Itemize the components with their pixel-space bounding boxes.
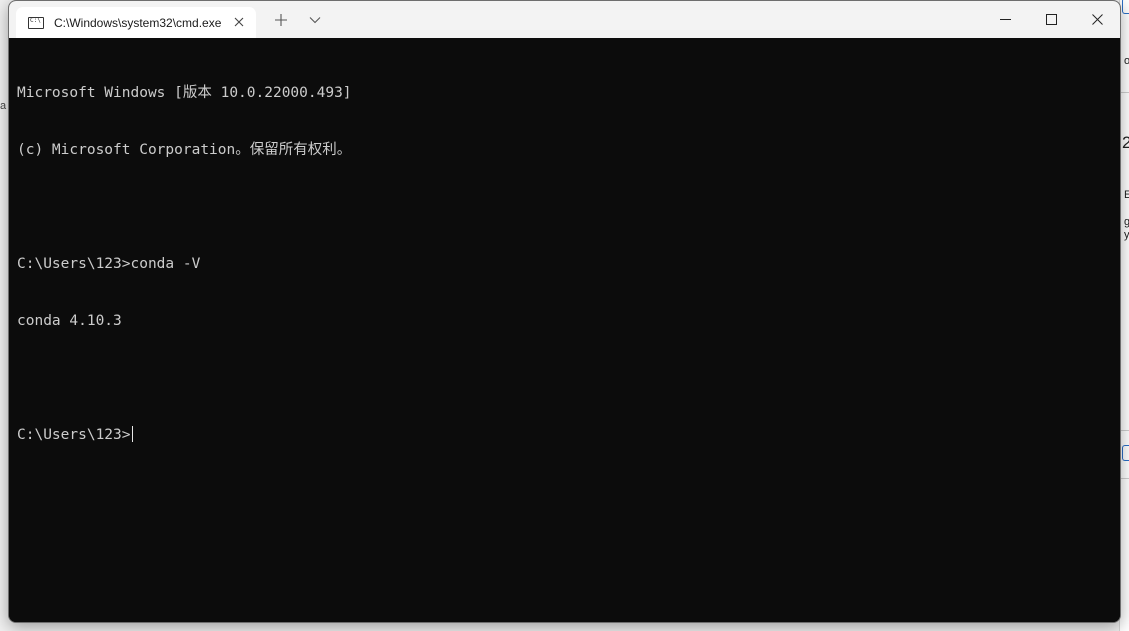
profile-dropdown-button[interactable]: [305, 10, 325, 30]
console-line: (c) Microsoft Corporation。保留所有权利。: [17, 142, 352, 158]
prompt-text: C:\Users\123>: [17, 427, 131, 443]
background-text-fragment: E: [1124, 189, 1129, 201]
terminal-icon: [28, 16, 44, 29]
background-text-fragment: g: [1124, 216, 1129, 228]
close-tab-button[interactable]: [230, 13, 248, 31]
tab-title: C:\Windows\system32\cmd.exe: [54, 15, 222, 30]
background-button-fragment: [1122, 445, 1129, 461]
maximize-button[interactable]: [1028, 1, 1074, 38]
close-window-button[interactable]: [1074, 1, 1120, 38]
maximize-icon: [1045, 14, 1057, 25]
background-divider: [1120, 478, 1129, 479]
background-text-fragment: 2: [1122, 133, 1129, 152]
prompt-line[interactable]: C:\Users\123>: [17, 426, 1120, 445]
background-text-fragment: y: [1124, 229, 1129, 241]
console-line: conda 4.10.3: [17, 313, 122, 329]
background-divider: [1120, 92, 1129, 93]
plus-icon: [275, 14, 287, 26]
close-icon: [234, 17, 244, 27]
terminal-window: C:\Windows\system32\cmd.exe: [8, 0, 1121, 623]
text-cursor: [131, 426, 133, 442]
tab-cmd[interactable]: C:\Windows\system32\cmd.exe: [16, 7, 256, 38]
minimize-icon: [999, 19, 1011, 20]
background-divider: [1120, 430, 1129, 431]
console-line: C:\Users\123>conda -V: [17, 256, 201, 272]
background-button-fragment: [1122, 0, 1129, 14]
background-text-fragment: a: [0, 100, 7, 112]
new-tab-button[interactable]: [271, 10, 291, 30]
console-line: Microsoft Windows [版本 10.0.22000.493]: [17, 85, 352, 101]
background-text-fragment: o: [1124, 55, 1129, 67]
minimize-button[interactable]: [982, 1, 1028, 38]
console-output[interactable]: Microsoft Windows [版本 10.0.22000.493] (c…: [9, 38, 1120, 622]
close-icon: [1091, 14, 1103, 25]
chevron-down-icon: [309, 17, 321, 24]
title-bar[interactable]: C:\Windows\system32\cmd.exe: [9, 1, 1120, 38]
